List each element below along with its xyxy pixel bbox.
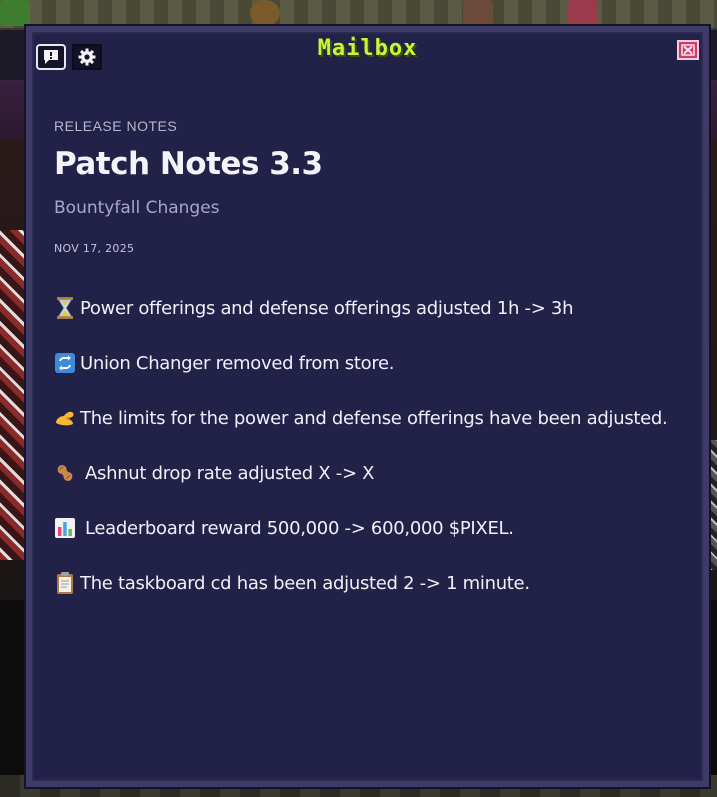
post-date: NOV 17, 2025 xyxy=(54,242,135,255)
close-button[interactable] xyxy=(677,40,699,60)
clipboard-icon xyxy=(54,572,76,594)
peanut-icon xyxy=(54,462,76,484)
game-object-icon xyxy=(250,0,280,26)
post-kicker: RELEASE NOTES xyxy=(54,118,178,134)
hourglass-icon xyxy=(54,297,76,319)
patch-note: Ashnut drop rate adjusted X -> X xyxy=(54,462,674,484)
post-title: Patch Notes 3.3 xyxy=(54,146,323,182)
flexed-arm-icon xyxy=(54,407,76,429)
post-content: RELEASE NOTES Patch Notes 3.3 Bountyfall… xyxy=(54,118,674,627)
bar-chart-icon xyxy=(54,517,76,539)
game-hud-icon xyxy=(0,0,30,26)
patch-note: The taskboard cd has been adjusted 2 -> … xyxy=(54,572,674,594)
game-object-icon xyxy=(463,0,493,26)
window-title: Mailbox xyxy=(317,36,418,61)
game-left-decoration xyxy=(0,230,26,560)
mailbox-window: Mailbox RELEASE NOTES Patch Notes 3.3 Bo… xyxy=(24,24,711,789)
patch-note-text: Leaderboard reward 500,000 -> 600,000 $P… xyxy=(85,517,514,539)
repeat-arrows-icon xyxy=(54,352,76,374)
patch-note-text: The taskboard cd has been adjusted 2 -> … xyxy=(80,572,530,594)
patch-note: Power offerings and defense offerings ad… xyxy=(54,297,674,319)
game-object-icon xyxy=(568,0,598,26)
close-icon xyxy=(681,41,695,60)
patch-note-text: The limits for the power and defense off… xyxy=(80,407,668,429)
patch-note: The limits for the power and defense off… xyxy=(54,407,674,429)
patch-note-text: Ashnut drop rate adjusted X -> X xyxy=(85,462,375,484)
patch-note: Leaderboard reward 500,000 -> 600,000 $P… xyxy=(54,517,674,539)
patch-note-text: Union Changer removed from store. xyxy=(80,352,395,374)
patch-note: Union Changer removed from store. xyxy=(54,352,674,374)
patch-note-text: Power offerings and defense offerings ad… xyxy=(80,297,574,319)
patch-note-list: Power offerings and defense offerings ad… xyxy=(54,297,674,594)
post-subtitle: Bountyfall Changes xyxy=(54,198,220,218)
